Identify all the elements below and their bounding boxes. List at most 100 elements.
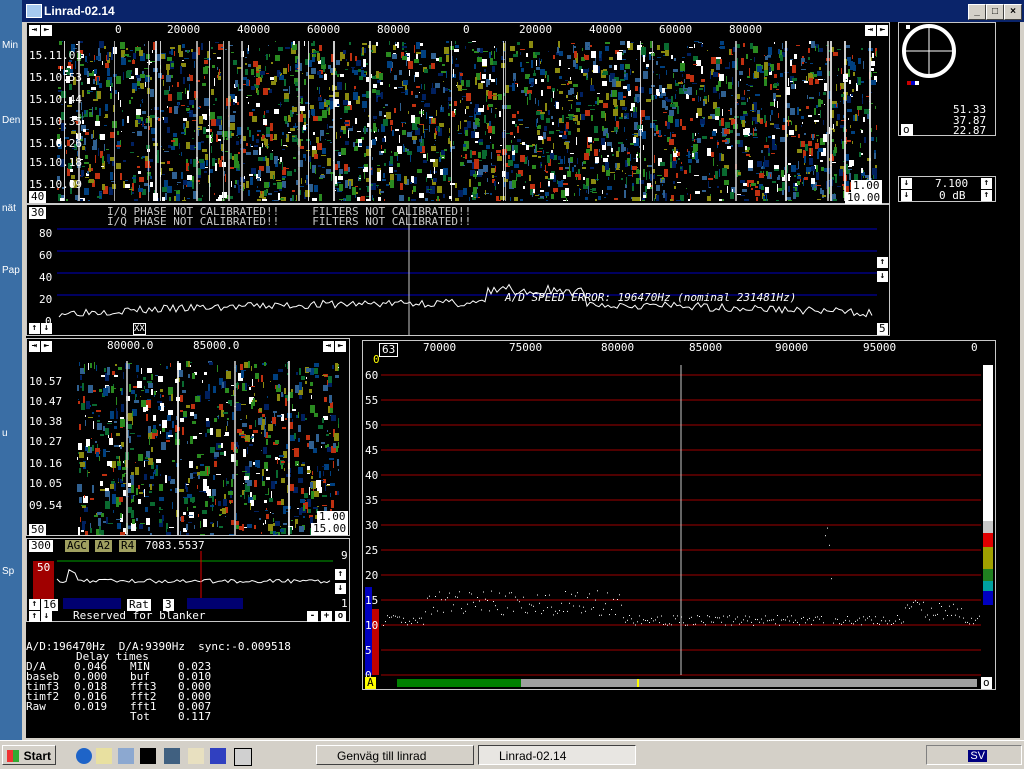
delay-cell: Raw xyxy=(26,700,46,713)
y-tick: 50 xyxy=(365,419,379,432)
ie-icon[interactable] xyxy=(76,748,92,764)
time-label: 15.10.35 xyxy=(29,115,82,128)
freq-tick: 20000 xyxy=(519,23,553,36)
spectrum-down-button[interactable]: ↓ xyxy=(877,271,888,282)
mode-field[interactable] xyxy=(187,598,243,609)
outlook-icon[interactable] xyxy=(96,748,112,764)
scroll-right-button[interactable]: ⇤ xyxy=(41,341,52,352)
gain-up-button[interactable]: ↑ xyxy=(981,178,992,189)
cmd-icon[interactable] xyxy=(140,748,156,764)
zero-down-button[interactable]: ↓ xyxy=(901,190,912,201)
taskbar-button-linrad[interactable]: Linrad-02.14 xyxy=(478,745,636,765)
freq-tick: 80000 xyxy=(729,23,763,36)
minimize-button[interactable]: _ xyxy=(968,4,986,20)
baseband-spectrum[interactable] xyxy=(27,551,347,601)
explorer-icon[interactable] xyxy=(118,748,134,764)
taskbar: Start Genväg till linrad Linrad-02.14 SV xyxy=(0,740,1024,769)
hires-waterfall-display[interactable] xyxy=(77,361,339,535)
freq-tick: 85000.0 xyxy=(193,339,240,352)
bb-up-button[interactable]: ↑ xyxy=(29,599,40,610)
spectrum-down-button[interactable]: ↓ xyxy=(41,323,52,334)
frequency-marker[interactable]: XX xyxy=(133,323,146,335)
timing-line: A/D:196470Hz D/A:9390Hz sync:-0.009518 xyxy=(26,640,291,653)
plus-button[interactable]: + xyxy=(321,611,332,622)
spectrum-graph[interactable] xyxy=(27,205,889,335)
scroll-left-button[interactable]: ⇥ xyxy=(29,25,40,36)
notepad-icon[interactable] xyxy=(188,748,204,764)
desktop-icon-label[interactable]: u xyxy=(2,428,8,439)
desktop-icon-label[interactable]: Pap xyxy=(2,265,20,276)
freq-tick: 80000 xyxy=(377,23,411,36)
polar-o-button[interactable]: o xyxy=(901,124,913,136)
polar-circle-icon[interactable] xyxy=(899,23,995,93)
mode-field[interactable] xyxy=(63,598,121,609)
main-waterfall-panel: ⇥ ⇤ ⇥ ⇤ 0 20000 40000 60000 80000 0 2000… xyxy=(26,22,890,204)
zero-up-button[interactable]: ↑ xyxy=(981,190,992,201)
desktop-icon-label[interactable]: Den xyxy=(2,115,20,126)
main-waterfall-display[interactable] xyxy=(57,41,877,201)
freq-tick: 80000.0 xyxy=(107,339,154,352)
bb-down-button[interactable]: ↓ xyxy=(335,583,346,594)
scroll-left-button[interactable]: ⇥ xyxy=(323,341,334,352)
linrad-window: Linrad-02.14 _ □ × ⇥ ⇤ ⇥ ⇤ 0 20000 40000… xyxy=(22,0,1024,740)
save-icon[interactable] xyxy=(210,748,226,764)
y-tick: 60 xyxy=(365,369,379,382)
bb-up-button[interactable]: ↑ xyxy=(335,569,346,580)
desktop-icon-label[interactable]: Sp xyxy=(2,566,14,577)
bb-down-button[interactable]: ↓ xyxy=(41,611,52,622)
y-tick: 15 xyxy=(365,594,379,607)
spectrum-up-button[interactable]: ↑ xyxy=(29,323,40,334)
gain-controls: ↓ 7.100 ↑ ↓ 0 dB ↑ xyxy=(898,176,996,202)
gain-down-button[interactable]: ↓ xyxy=(901,178,912,189)
delay-cell: 0.117 xyxy=(178,710,212,723)
scroll-right-button[interactable]: ⇤ xyxy=(877,25,888,36)
language-indicator[interactable]: SV xyxy=(968,750,987,762)
a-button[interactable]: A xyxy=(365,677,376,689)
waterfall-avg-box[interactable]: 50 xyxy=(29,524,47,536)
waterfall-zero-box[interactable]: 15.00 xyxy=(311,523,349,535)
o-button[interactable]: o xyxy=(335,611,346,622)
o-button[interactable]: o xyxy=(981,677,992,689)
close-button[interactable]: × xyxy=(1004,4,1022,20)
scroll-right-button[interactable]: ⇤ xyxy=(335,341,346,352)
y-tick: 25 xyxy=(365,544,379,557)
level-meter: 50 xyxy=(33,561,55,599)
time-label: 10.57 xyxy=(29,375,63,388)
client-area: ⇥ ⇤ ⇥ ⇤ 0 20000 40000 60000 80000 0 2000… xyxy=(26,22,1020,738)
time-label: 10.27 xyxy=(29,435,63,448)
blanker-label: Reserved for blanker xyxy=(73,609,206,622)
window-icon[interactable] xyxy=(234,748,252,766)
y-tick: 5 xyxy=(365,644,372,657)
y-tick: 80 xyxy=(39,227,53,240)
scroll-left-button[interactable]: ⇥ xyxy=(865,25,876,36)
stats-panel: A/D:196470Hz D/A:9390Hz sync:-0.009518 D… xyxy=(26,640,356,736)
spectrum-right-box[interactable]: 5 xyxy=(877,323,888,335)
time-label: 15.10.44 xyxy=(29,93,82,106)
taskbar-button-linrad-shortcut[interactable]: Genväg till linrad xyxy=(316,745,474,765)
waterfall-avg-box[interactable]: 40 xyxy=(29,191,47,203)
maximize-button[interactable]: □ xyxy=(986,4,1004,20)
desktop-icon-label[interactable]: Min xyxy=(2,40,18,51)
start-button[interactable]: Start xyxy=(2,745,56,765)
y-tick: 30 xyxy=(365,519,379,532)
scroll-right-button[interactable]: ⇤ xyxy=(41,25,52,36)
waterfall-texture xyxy=(77,361,339,535)
bb-up-button[interactable]: ↑ xyxy=(29,611,40,622)
polar-value: 22.87 xyxy=(953,124,987,137)
desktop-icon-label[interactable]: nät xyxy=(2,203,16,214)
scroll-left-button[interactable]: ⇥ xyxy=(29,341,40,352)
waterfall-zero-box[interactable]: 10.00 xyxy=(845,192,883,204)
y-tick: 20 xyxy=(39,293,53,306)
fft-box[interactable]: 16 xyxy=(41,599,59,611)
app-icon[interactable] xyxy=(164,748,180,764)
freq-tick: 40000 xyxy=(237,23,271,36)
y-tick: 40 xyxy=(39,271,53,284)
title-bar[interactable]: Linrad-02.14 _ □ × xyxy=(22,0,1024,22)
time-label: 15.10.26 xyxy=(29,137,82,150)
spectrum-up-button[interactable]: ↑ xyxy=(877,257,888,268)
minus-button[interactable]: - xyxy=(307,611,318,622)
y-tick: 55 xyxy=(365,394,379,407)
hires-spectrum-panel: 63 70000 75000 80000 85000 90000 95000 0… xyxy=(362,340,996,690)
hires-spectrum-graph[interactable] xyxy=(363,341,995,689)
time-label: 10.05 xyxy=(29,477,63,490)
